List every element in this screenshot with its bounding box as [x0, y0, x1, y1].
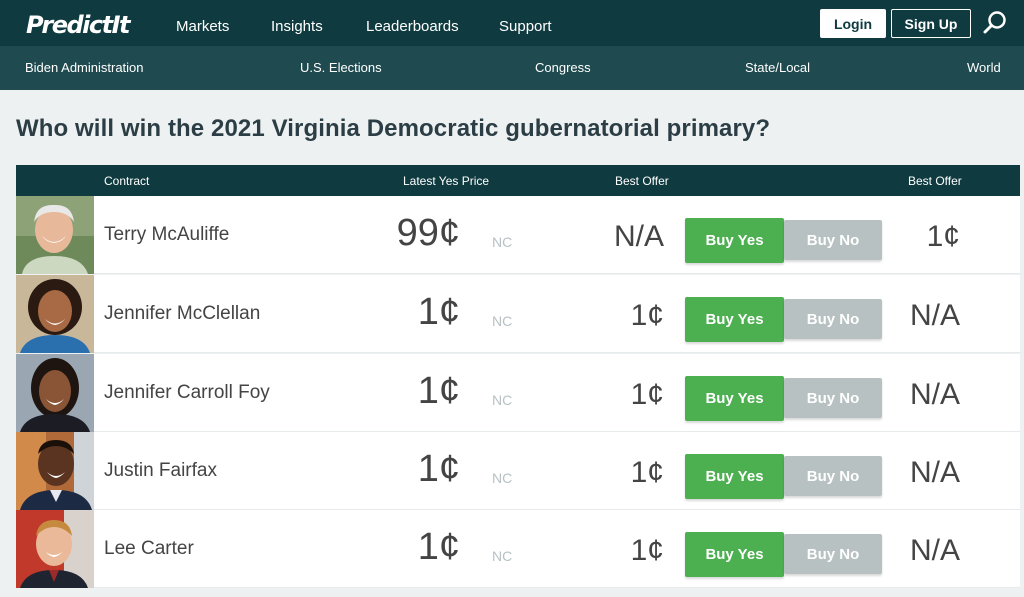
contract-row[interactable]: Jennifer Carroll Foy 1¢ NC 1¢ Buy Yes Bu…	[16, 354, 1020, 432]
candidate-photo	[16, 432, 94, 510]
contract-row[interactable]: Terry McAuliffe 99¢ NC N/A Buy Yes Buy N…	[16, 196, 1020, 274]
best-offer-yes: 1¢	[630, 299, 664, 332]
price-change: NC	[492, 234, 513, 250]
buy-yes-button[interactable]: Buy Yes	[685, 297, 784, 342]
contracts-table-header: Contract Latest Yes Price Best Offer Bes…	[16, 165, 1020, 196]
contract-name[interactable]: Justin Fairfax	[104, 460, 217, 482]
buy-yes-button[interactable]: Buy Yes	[685, 218, 784, 263]
best-offer-no: N/A	[909, 378, 960, 411]
price-change: NC	[492, 470, 513, 486]
contract-name[interactable]: Lee Carter	[104, 538, 194, 560]
category-bar: Biden Administration U.S. Elections Cong…	[0, 46, 1024, 90]
buy-yes-button[interactable]: Buy Yes	[685, 454, 784, 499]
header-best-offer-no: Best Offer	[908, 174, 962, 188]
category-biden-administration[interactable]: Biden Administration	[25, 60, 144, 75]
category-world[interactable]: World	[967, 60, 1001, 75]
buy-no-button[interactable]: Buy No	[784, 534, 882, 574]
buy-no-button[interactable]: Buy No	[784, 299, 882, 339]
buy-no-button[interactable]: Buy No	[784, 456, 882, 496]
candidate-photo	[16, 275, 94, 353]
best-offer-yes: 1¢	[630, 534, 664, 567]
buy-yes-button[interactable]: Buy Yes	[685, 376, 784, 421]
contract-row[interactable]: Jennifer McClellan 1¢ NC 1¢ Buy Yes Buy …	[16, 275, 1020, 353]
category-us-elections[interactable]: U.S. Elections	[300, 60, 382, 75]
latest-yes-price: 1¢	[417, 526, 460, 568]
nav-leaderboards[interactable]: Leaderboards	[366, 18, 459, 35]
candidate-photo	[16, 354, 94, 432]
predictit-logo[interactable]: PredictIt	[26, 11, 130, 39]
nav-markets[interactable]: Markets	[176, 18, 229, 35]
contract-row[interactable]: Justin Fairfax 1¢ NC 1¢ Buy Yes Buy No N…	[16, 432, 1020, 510]
best-offer-no: 1¢	[926, 220, 960, 253]
best-offer-yes: 1¢	[630, 456, 664, 489]
latest-yes-price: 1¢	[417, 370, 460, 412]
logo-text: PredictIt	[26, 11, 130, 39]
signup-button[interactable]: Sign Up	[891, 9, 971, 38]
best-offer-no: N/A	[909, 534, 960, 567]
market-title: Who will win the 2021 Virginia Democrati…	[16, 115, 771, 142]
nav-support[interactable]: Support	[499, 18, 552, 35]
best-offer-no: N/A	[909, 456, 960, 489]
price-change: NC	[492, 392, 513, 408]
header-latest-yes-price: Latest Yes Price	[403, 174, 490, 188]
contract-row[interactable]: Lee Carter 1¢ NC 1¢ Buy Yes Buy No N/A	[16, 510, 1020, 588]
price-change: NC	[492, 313, 513, 329]
latest-yes-price: 1¢	[417, 291, 460, 333]
buy-no-button[interactable]: Buy No	[784, 220, 882, 260]
buy-no-button[interactable]: Buy No	[784, 378, 882, 418]
price-change: NC	[492, 548, 513, 564]
top-navigation-bar: PredictIt Markets Insights Leaderboards …	[0, 0, 1024, 46]
contract-name[interactable]: Jennifer McClellan	[104, 303, 260, 325]
latest-yes-price: 99¢	[396, 212, 460, 254]
category-state-local[interactable]: State/Local	[745, 60, 810, 75]
best-offer-yes: N/A	[613, 220, 664, 253]
search-icon[interactable]	[982, 10, 1008, 36]
header-contract: Contract	[104, 174, 150, 188]
contract-name[interactable]: Jennifer Carroll Foy	[104, 382, 270, 404]
contract-name[interactable]: Terry McAuliffe	[104, 224, 229, 246]
best-offer-yes: 1¢	[630, 378, 664, 411]
latest-yes-price: 1¢	[417, 448, 460, 490]
candidate-photo	[16, 196, 94, 274]
buy-yes-button[interactable]: Buy Yes	[685, 532, 784, 577]
category-congress[interactable]: Congress	[535, 60, 591, 75]
nav-insights[interactable]: Insights	[271, 18, 323, 35]
login-button[interactable]: Login	[820, 9, 886, 38]
header-best-offer-yes: Best Offer	[615, 174, 669, 188]
best-offer-no: N/A	[909, 299, 960, 332]
candidate-photo	[16, 510, 94, 588]
